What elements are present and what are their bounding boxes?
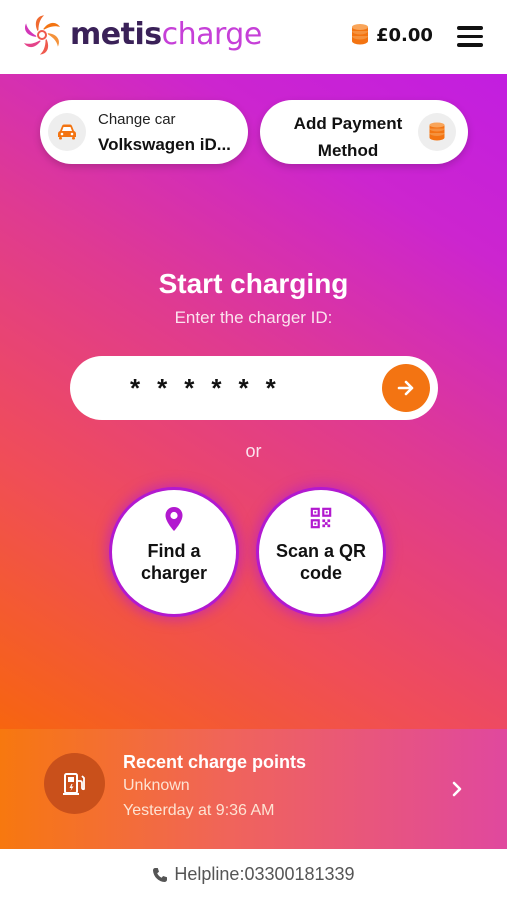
payment-coins-badge (418, 113, 456, 151)
add-payment-label: Add Payment Method (293, 114, 403, 160)
charger-id-value: ****** (130, 373, 293, 403)
find-charger-button[interactable]: Find a charger (109, 487, 239, 617)
logo-word-metis: metis (70, 17, 162, 52)
phone-icon (153, 867, 168, 882)
coins-icon (429, 122, 445, 141)
start-charging-title: Start charging (158, 268, 349, 299)
wallet-balance[interactable]: £0.00 (350, 24, 433, 46)
app-header: metischarge £0.00 (0, 0, 507, 74)
recent-charge-points-card[interactable]: Recent charge points Unknown Yesterday a… (0, 729, 507, 849)
recent-charge-time: Yesterday at 9:36 AM (123, 802, 275, 819)
or-divider: or (245, 441, 262, 461)
qr-code-icon (310, 507, 332, 529)
find-charger-label: Find a charger (140, 541, 208, 583)
recent-charge-points-title: Recent charge points (123, 752, 307, 772)
chevron-right-icon (452, 781, 462, 797)
logo-swirl-icon (24, 15, 60, 55)
add-payment-method-button[interactable]: Add Payment Method (260, 100, 468, 164)
hamburger-menu-icon[interactable] (457, 26, 483, 48)
submit-charger-id-button[interactable] (382, 364, 430, 412)
car-icon (58, 124, 76, 140)
charger-id-input[interactable]: ****** (70, 356, 438, 420)
car-icon-badge (48, 113, 86, 151)
charge-station-icon-badge (44, 753, 105, 814)
arrow-right-icon (397, 380, 414, 396)
logo-wordmark: metischarge (70, 20, 262, 50)
location-pin-icon (165, 507, 183, 531)
coins-icon (352, 24, 368, 45)
change-car-button[interactable]: Change car Volkswagen iD... (40, 100, 248, 164)
charge-station-icon (62, 772, 85, 795)
selected-car-name: Volkswagen iD... (98, 135, 231, 154)
change-car-label: Change car (98, 111, 176, 128)
recent-charge-location: Unknown (123, 777, 190, 794)
helpline-text: Helpline:03300181339 (174, 864, 355, 884)
scan-qr-code-button[interactable]: Scan a QR code (256, 487, 386, 617)
helpline-footer[interactable]: Helpline:03300181339 (0, 849, 507, 900)
start-charging-panel: Change car Volkswagen iD... Add Payment … (0, 74, 507, 729)
logo[interactable]: metischarge (20, 13, 262, 57)
logo-word-charge: charge (161, 17, 263, 52)
balance-amount: £0.00 (376, 24, 433, 46)
scan-qr-label: Scan a QR code (275, 541, 367, 583)
charger-id-prompt: Enter the charger ID: (174, 308, 333, 327)
